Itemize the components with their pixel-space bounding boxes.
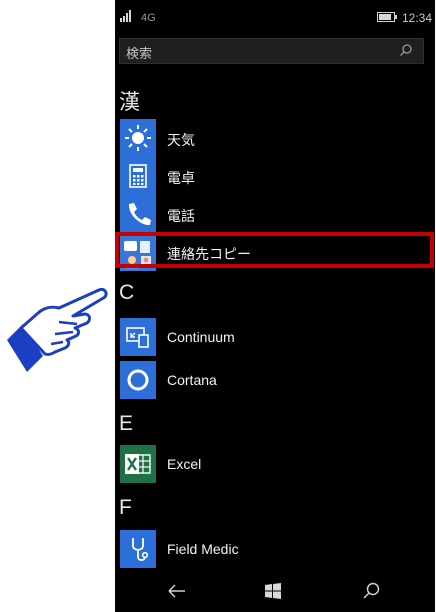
- app-label: Continuum: [167, 329, 235, 345]
- app-label: Cortana: [167, 372, 217, 388]
- phone-icon: [120, 195, 156, 233]
- back-icon[interactable]: [165, 579, 189, 603]
- search-icon[interactable]: [399, 43, 413, 57]
- app-tile-cortana[interactable]: Cortana: [120, 361, 420, 399]
- app-label: Field Medic: [167, 541, 239, 557]
- app-tile-field-medic[interactable]: Field Medic: [120, 530, 420, 568]
- section-header-e[interactable]: E: [119, 412, 133, 436]
- search-input[interactable]: 検索: [119, 38, 424, 64]
- app-tile-excel[interactable]: Excel: [120, 445, 420, 483]
- stethoscope-icon: [120, 530, 156, 568]
- clock: 12:34: [402, 11, 433, 25]
- section-header-c[interactable]: C: [119, 281, 134, 305]
- app-label: 電話: [167, 208, 195, 224]
- network-type: 4G: [141, 12, 156, 24]
- navigation-bar: [115, 570, 435, 612]
- app-label: 電卓: [167, 170, 195, 186]
- continuum-icon: [120, 318, 156, 356]
- app-tile-phone[interactable]: 電話: [120, 195, 420, 233]
- status-bar: 4G 12:34: [115, 0, 435, 32]
- pointing-hand-icon: [7, 288, 108, 372]
- signal-icon: [120, 10, 136, 22]
- calculator-icon: [120, 157, 156, 195]
- section-header-kanji[interactable]: 漢: [119, 86, 140, 116]
- app-label: Excel: [167, 456, 202, 472]
- phone-screen: 4G 12:34 検索 漢 天気 電卓 電話 連絡先コピー C Continuu…: [115, 0, 435, 612]
- app-label: 天気: [167, 132, 195, 148]
- cortana-icon: [120, 361, 156, 399]
- app-tile-calculator[interactable]: 電卓: [120, 157, 420, 195]
- windows-start-icon[interactable]: [261, 579, 285, 603]
- app-tile-weather[interactable]: 天気: [120, 119, 420, 157]
- app-tile-continuum[interactable]: Continuum: [120, 318, 420, 356]
- highlight-box: [115, 232, 434, 268]
- search-icon[interactable]: [359, 579, 383, 603]
- battery-icon: [377, 12, 395, 22]
- search-placeholder: 検索: [126, 46, 153, 61]
- sun-icon: [120, 119, 156, 157]
- excel-icon: [120, 445, 156, 483]
- section-header-f[interactable]: F: [119, 496, 132, 520]
